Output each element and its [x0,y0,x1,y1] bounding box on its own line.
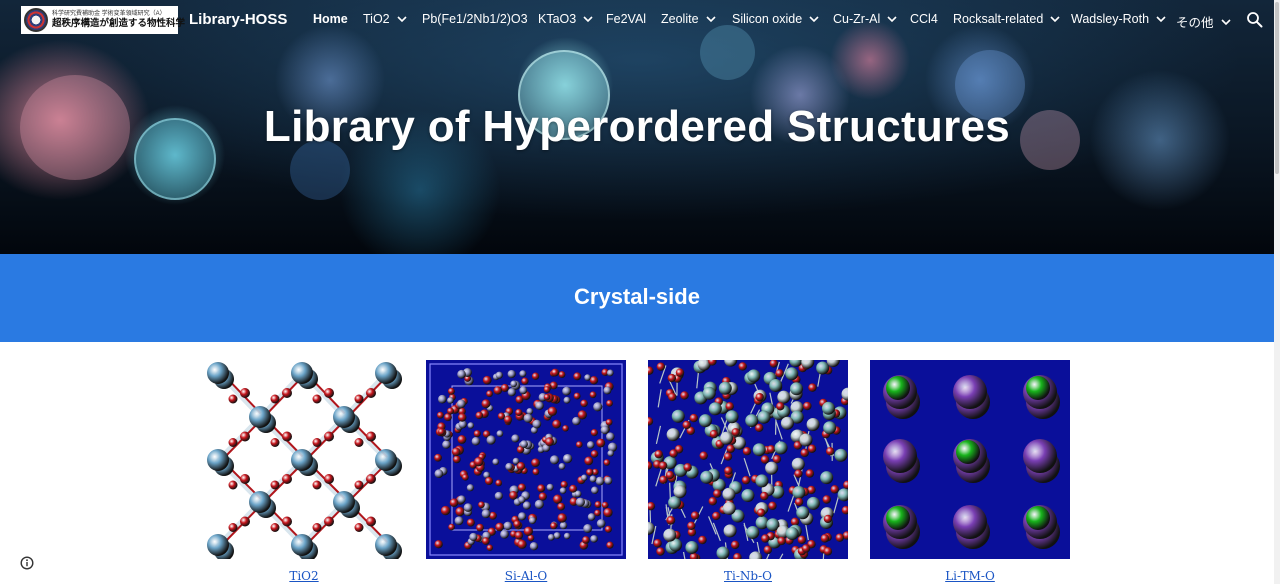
nav-item-pfn[interactable]: Pb(Fe1/2Nb1/2)O3 [422,12,528,26]
nav-item-label: KTaO3 [538,12,577,26]
chevron-down-icon [1220,18,1231,25]
chevron-down-icon [583,16,593,23]
section-title: Crystal-side [574,284,700,309]
chevron-down-icon [1050,16,1060,23]
card-si-al-o[interactable]: Si-Al-O [426,360,626,583]
logo-text: 科学研究費補助金 学術変革領域研究（A） 超秩序構造が創造する物性科学 [52,11,185,29]
nav-item-cu-zr-al[interactable]: Cu-Zr-Al [833,12,898,26]
info-icon[interactable] [20,556,34,570]
scrollbar-thumb[interactable] [1275,2,1279,174]
nav-item-label: Silicon oxide [732,12,803,26]
logo-line1: 科学研究費補助金 学術変革領域研究（A） [52,11,166,18]
tio2-structure-image[interactable] [204,360,404,559]
nav-item-label: Fe2VAl [606,12,647,26]
nav-item-label: Home [313,12,348,26]
card-label-ti-nb-o[interactable]: Ti-Nb-O [648,569,848,583]
chevron-down-icon [397,16,407,23]
card-ti-nb-o[interactable]: Ti-Nb-O [648,360,848,583]
section-header-band: Crystal-side [0,254,1274,342]
nav-item-ccl4[interactable]: CCl4 [910,12,938,26]
nav-item-others[interactable]: その他 [1176,12,1232,31]
site-logo[interactable]: 科学研究費補助金 学術変革領域研究（A） 超秩序構造が創造する物性科学 [21,6,185,34]
chevron-down-icon [1156,16,1166,23]
site-title[interactable]: Library-HOSS [189,11,287,28]
card-label-si-al-o[interactable]: Si-Al-O [426,569,626,583]
logo-seal-icon [24,8,48,32]
li-tm-o-structure-image[interactable] [870,360,1070,559]
nav-item-wadsley-roth[interactable]: Wadsley-Roth [1071,12,1167,26]
hero-title: Library of Hyperordered Structures [263,102,1011,151]
chevron-down-icon [809,16,819,23]
nav-item-label: Pb(Fe1/2Nb1/2)O3 [422,12,528,26]
nav-item-fe2val[interactable]: Fe2VAl [606,12,646,26]
page-scrollbar[interactable] [1274,0,1280,584]
ti-nb-o-structure-image[interactable] [648,360,848,559]
card-tio2[interactable]: TiO2 [204,360,404,583]
nav-item-silicon-oxide[interactable]: Silicon oxide [732,12,820,26]
nav-item-label: その他 [1176,16,1214,30]
nav-item-label: TiO2 [363,12,390,26]
nav-item-ktao3[interactable]: KTaO3 [538,12,594,26]
nav-item-rocksalt[interactable]: Rocksalt-related [953,12,1061,26]
nav-item-tio2[interactable]: TiO2 [363,12,408,26]
nav-item-label: Zeolite [661,12,699,26]
chevron-down-icon [887,16,897,23]
card-label-tio2[interactable]: TiO2 [204,569,404,583]
logo-line2: 超秩序構造が創造する物性科学 [52,18,186,30]
nav-item-label: Cu-Zr-Al [833,12,881,26]
chevron-down-icon [705,16,716,23]
nav-item-home[interactable]: Home [313,12,348,26]
nav-item-label: Wadsley-Roth [1071,12,1150,26]
top-navigation: 科学研究費補助金 学術変革領域研究（A） 超秩序構造が創造する物性科学 Libr… [0,0,1274,42]
card-label-li-tm-o[interactable]: Li-TM-O [870,569,1070,583]
nav-item-label: CCl4 [910,12,938,26]
card-li-tm-o[interactable]: Li-TM-O [870,360,1070,583]
si-al-o-structure-image[interactable] [426,360,626,559]
nav-item-zeolite[interactable]: Zeolite [661,12,717,26]
nav-item-label: Rocksalt-related [953,12,1044,26]
search-icon[interactable] [1246,11,1264,29]
